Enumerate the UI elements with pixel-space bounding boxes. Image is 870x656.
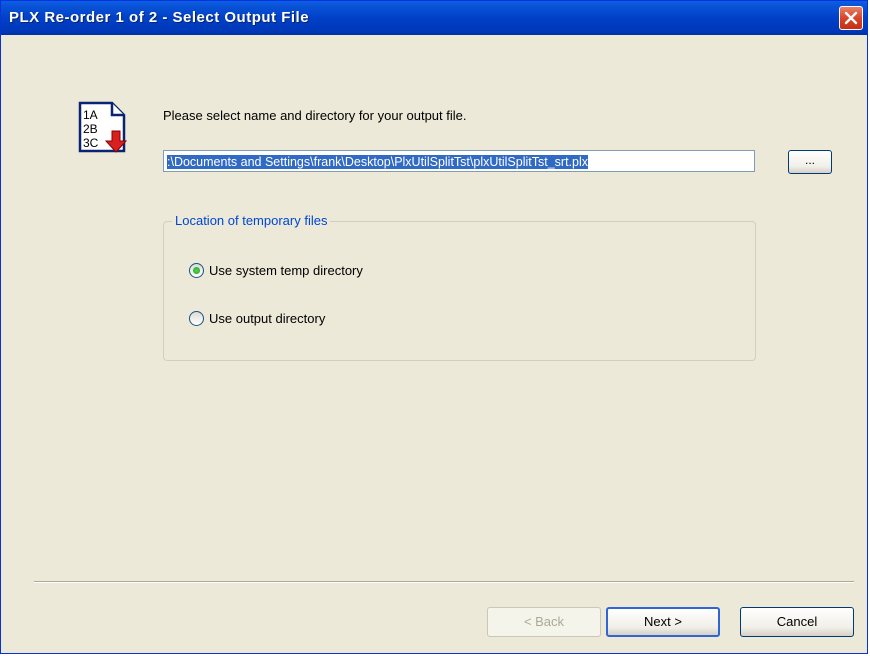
output-path-input[interactable]: :\Documents and Settings\frank\Desktop\P… [163,150,755,172]
footer-divider [34,581,854,583]
next-button[interactable]: Next > [606,607,720,637]
back-button[interactable]: < Back [487,607,601,637]
dialog-content: 1A 2B 3C Please select name and director… [1,35,867,653]
close-icon [844,11,858,25]
radio-selected-icon[interactable] [189,263,204,278]
icon-line-3: 3C [83,136,99,150]
output-path-value: :\Documents and Settings\frank\Desktop\P… [167,155,588,169]
temp-files-groupbox [163,221,756,361]
window-title: PLX Re-order 1 of 2 - Select Output File [9,9,310,26]
sorted-file-icon: 1A 2B 3C [78,101,128,153]
icon-line-2: 2B [83,122,98,136]
radio-output-dir[interactable]: Use output directory [189,311,325,326]
output-file-prompt: Please select name and directory for you… [163,108,467,123]
radio-unselected-icon[interactable] [189,311,204,326]
radio-system-temp-label: Use system temp directory [209,263,363,278]
dialog-window: PLX Re-order 1 of 2 - Select Output File… [0,0,868,654]
radio-system-temp[interactable]: Use system temp directory [189,263,363,278]
title-bar[interactable]: PLX Re-order 1 of 2 - Select Output File [1,1,867,35]
temp-files-legend: Location of temporary files [172,213,331,228]
close-button[interactable] [839,6,863,30]
browse-button[interactable]: ... [788,150,832,174]
icon-line-1: 1A [83,108,98,122]
radio-output-dir-label: Use output directory [209,311,326,326]
cancel-button[interactable]: Cancel [740,607,854,637]
